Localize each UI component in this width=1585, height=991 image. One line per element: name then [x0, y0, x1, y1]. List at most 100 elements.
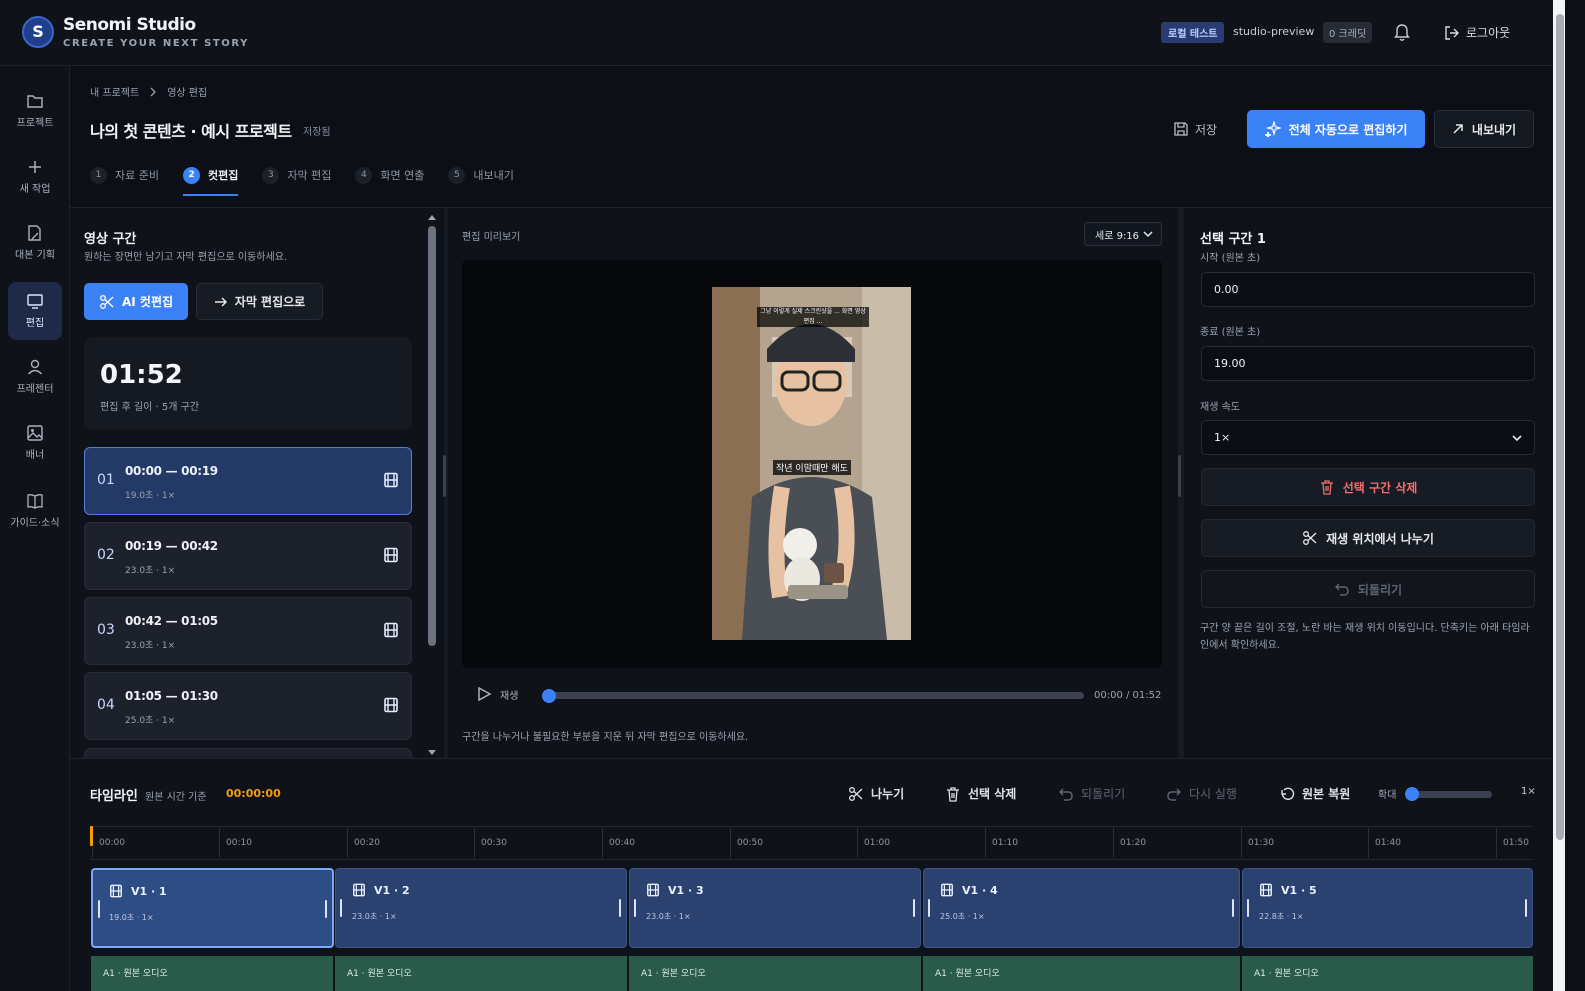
clip-trim-handle-left[interactable]: [928, 899, 930, 917]
auto-edit-button[interactable]: 전체 자동으로 편집하기: [1247, 110, 1425, 148]
left-resizer-grip[interactable]: [443, 455, 446, 497]
timeline-restore-button[interactable]: 원본 복원: [1279, 785, 1350, 802]
audio-clip[interactable]: A1 · 원본 오디오: [1242, 956, 1533, 991]
tab-subtitle-edit[interactable]: 3 자막 편집: [262, 164, 331, 186]
timeline-clip[interactable]: V1 · 3 23.0초 · 1×: [629, 868, 921, 948]
timeline-current-time: 00:00:00: [226, 787, 281, 800]
tab-prepare[interactable]: 1 자료 준비: [90, 164, 159, 186]
step-label: 컷편집: [207, 169, 239, 182]
logout-button[interactable]: 로그아웃: [1444, 24, 1510, 41]
zoom-slider-handle[interactable]: [1405, 787, 1419, 801]
split-at-playhead-button[interactable]: 재생 위치에서 나누기: [1201, 519, 1535, 557]
segment-card[interactable]: [84, 748, 412, 758]
timeline-clip[interactable]: V1 · 5 22.8초 · 1×: [1242, 868, 1533, 948]
segment-meta: 23.0초 · 1×: [125, 641, 176, 651]
clip-trim-handle-right[interactable]: [325, 900, 327, 918]
timeline-split-button[interactable]: 나누기: [848, 785, 904, 802]
clip-trim-handle-right[interactable]: [1525, 899, 1527, 917]
video-caption-middle: 작년 이맘때만 해도: [773, 460, 851, 475]
breadcrumb-item-projects[interactable]: 내 프로젝트: [90, 84, 139, 99]
playback-time: 00:00 / 01:52: [1094, 690, 1162, 701]
step-number: 5: [448, 166, 466, 184]
audio-clip[interactable]: A1 · 원본 오디오: [629, 956, 923, 991]
segment-card[interactable]: 01 00:00 — 00:19 19.0초 · 1×: [84, 447, 412, 515]
tab-screen-direction[interactable]: 4 화면 연출: [355, 164, 424, 186]
tab-cut-edit[interactable]: 2 컷편집: [182, 164, 239, 196]
segment-card[interactable]: 02 00:19 — 00:42 23.0초 · 1×: [84, 522, 412, 590]
save-icon: [1174, 122, 1188, 136]
save-button[interactable]: 저장: [1173, 116, 1217, 142]
right-resizer-grip[interactable]: [1178, 455, 1181, 497]
undo-button[interactable]: 되돌리기: [1201, 570, 1535, 608]
step-label: 내보내기: [473, 169, 514, 182]
nav-item-banner[interactable]: 배너: [8, 414, 62, 472]
edit-icon: [27, 294, 43, 309]
clip-trim-handle-right[interactable]: [1232, 899, 1234, 917]
clip-name-row: V1 · 4: [940, 883, 998, 897]
clip-trim-handle-left[interactable]: [1247, 899, 1249, 917]
nav-item-edit[interactable]: 편집: [8, 282, 62, 340]
export-button[interactable]: 내보내기: [1434, 110, 1534, 148]
bell-icon[interactable]: [1394, 24, 1410, 42]
clip-trim-handle-left[interactable]: [340, 899, 342, 917]
start-input[interactable]: 0.00: [1201, 272, 1535, 307]
ai-cut-button[interactable]: AI 컷편집: [84, 283, 188, 320]
clip-trim-handle-left[interactable]: [98, 900, 100, 918]
timeline-delete-label: 선택 삭제: [968, 787, 1017, 801]
step-number: 2: [182, 166, 200, 184]
nav-item-new-task[interactable]: 새 작업: [8, 148, 62, 206]
play-button[interactable]: 재생: [476, 686, 518, 702]
clip-meta: 25.0초 · 1×: [940, 912, 985, 921]
nav-item-presenter[interactable]: 프레젠터: [8, 348, 62, 406]
zoom-label: 확대: [1378, 790, 1397, 801]
clip-name: V1 · 1: [131, 884, 167, 898]
timeline-undo-button[interactable]: 되돌리기: [1058, 785, 1125, 802]
page-scrollbar-thumb[interactable]: [1556, 14, 1564, 840]
clip-name: V1 · 3: [668, 883, 704, 897]
clip-meta: 23.0초 · 1×: [352, 912, 397, 921]
delete-segment-button[interactable]: 선택 구간 삭제: [1201, 468, 1535, 506]
nav-item-label: 새 작업: [19, 184, 51, 195]
chevron-right-icon: [150, 87, 157, 96]
segments-scrollbar-thumb[interactable]: [428, 226, 436, 646]
timeline-clip[interactable]: V1 · 2 23.0초 · 1×: [335, 868, 627, 948]
segments-description: 원하는 장면만 남기고 자막 편집으로 이동하세요.: [84, 252, 288, 263]
clip-trim-handle-left[interactable]: [634, 899, 636, 917]
timeline-clip[interactable]: V1 · 4 25.0초 · 1×: [923, 868, 1240, 948]
clip-trim-handle-right[interactable]: [913, 899, 915, 917]
nav-item-projects[interactable]: 프로젝트: [8, 82, 62, 140]
segment-index: 01: [97, 472, 115, 488]
film-icon: [384, 472, 398, 488]
ruler-tick: 01:00: [857, 828, 890, 858]
speed-select[interactable]: 1×: [1201, 420, 1535, 455]
playback-progress-track[interactable]: [549, 692, 1084, 699]
aspect-ratio-select[interactable]: 세로 9:16: [1084, 222, 1162, 246]
end-input[interactable]: 19.00: [1201, 346, 1535, 381]
audio-clip[interactable]: A1 · 원본 오디오: [335, 956, 629, 991]
nav-item-script[interactable]: 대본 기획: [8, 214, 62, 272]
ruler-tick: 00:30: [474, 828, 507, 858]
tab-export[interactable]: 5 내보내기: [448, 164, 514, 186]
ruler-tick: 00:20: [347, 828, 380, 858]
time-ruler[interactable]: [90, 826, 1533, 860]
ruler-tick: 01:30: [1241, 828, 1274, 858]
segment-card[interactable]: 03 00:42 — 01:05 23.0초 · 1×: [84, 597, 412, 665]
undo-icon: [1334, 583, 1349, 596]
nav-item-guide[interactable]: 가이드·소식: [8, 482, 62, 540]
timeline-clip[interactable]: V1 · 1 19.0초 · 1×: [91, 868, 334, 948]
audio-clip[interactable]: A1 · 원본 오디오: [923, 956, 1242, 991]
zoom-slider-track[interactable]: [1412, 791, 1492, 798]
clip-trim-handle-right[interactable]: [619, 899, 621, 917]
playback-progress-handle[interactable]: [542, 689, 556, 703]
auto-edit-label: 전체 자동으로 편집하기: [1288, 122, 1408, 137]
audio-clip[interactable]: A1 · 원본 오디오: [91, 956, 335, 991]
trash-icon: [947, 786, 959, 802]
clip-name-row: V1 · 3: [646, 883, 704, 897]
segment-card[interactable]: 04 01:05 — 01:30 25.0초 · 1×: [84, 672, 412, 740]
account-name: studio-preview: [1233, 25, 1315, 38]
timeline-delete-button[interactable]: 선택 삭제: [945, 785, 1016, 802]
preview-label: 편집 미리보기: [462, 232, 521, 243]
timeline-playhead[interactable]: [90, 826, 93, 846]
timeline-redo-button[interactable]: 다시 실행: [1166, 785, 1237, 802]
go-to-subtitle-button[interactable]: 자막 편집으로: [196, 283, 323, 320]
